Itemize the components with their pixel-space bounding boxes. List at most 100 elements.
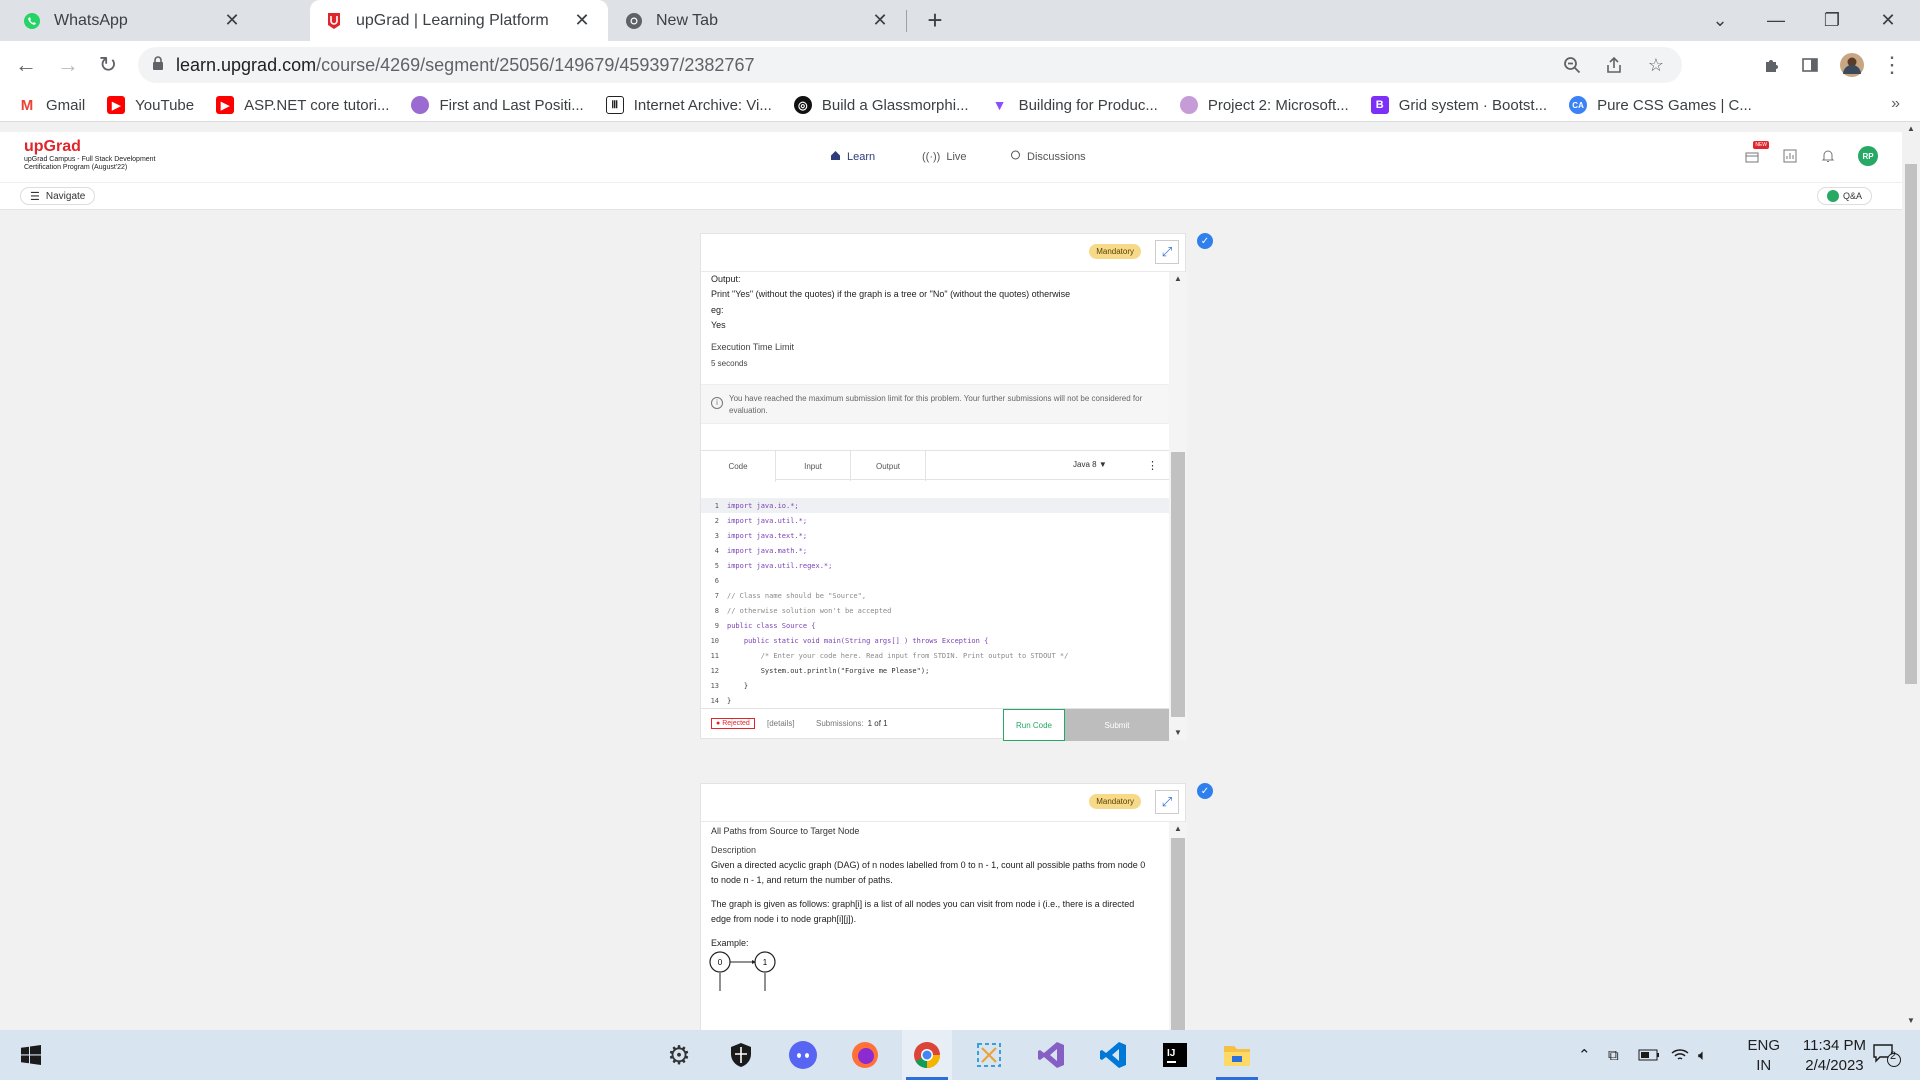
bookmark-label: Internet Archive: Vi... — [633, 96, 772, 114]
battery-icon[interactable] — [1638, 1030, 1660, 1080]
mandatory-badge: Mandatory — [1089, 794, 1141, 809]
language-select[interactable]: Java 8 ▼ — [1073, 460, 1107, 469]
address-bar[interactable]: learn.upgrad.com/course/4269/segment/250… — [138, 47, 1682, 83]
wifi-icon[interactable] — [1670, 1030, 1690, 1080]
tab-search-icon[interactable]: ⌄ — [1692, 0, 1748, 41]
settings-icon[interactable]: ⚙ — [654, 1030, 704, 1080]
scroll-thumb[interactable] — [1905, 164, 1917, 684]
scroll-down-icon[interactable]: ▼ — [1902, 1014, 1920, 1028]
bookmark-vite[interactable]: ▼ Building for Produc... — [990, 96, 1158, 114]
visual-studio-icon[interactable] — [1026, 1030, 1076, 1080]
whats-new-icon[interactable]: NEW — [1744, 141, 1769, 164]
bell-icon[interactable] — [1820, 148, 1836, 164]
url-host: learn.upgrad.com — [176, 54, 317, 75]
code-area[interactable]: 1 import java.io.*; 2 import java.util.*; 3 i… — [701, 498, 1169, 708]
tab-new-tab[interactable]: New Tab ✕ — [610, 0, 906, 41]
restore-icon[interactable]: ❐ — [1804, 0, 1860, 41]
close-window-icon[interactable]: ✕ — [1860, 0, 1916, 41]
bookmark-archive[interactable]: Ⅲ Internet Archive: Vi... — [605, 96, 772, 114]
back-icon[interactable]: ← — [10, 49, 42, 81]
profile-avatar[interactable] — [1836, 49, 1868, 81]
scroll-thumb[interactable] — [1171, 452, 1185, 717]
details-link[interactable]: [details] — [767, 719, 795, 728]
close-icon[interactable]: ✕ — [870, 10, 890, 31]
lock-icon — [152, 55, 164, 75]
intellij-icon[interactable]: IJ — [1150, 1030, 1200, 1080]
navigate-button[interactable]: ☰ Navigate — [20, 187, 96, 205]
windows-start-icon[interactable] — [6, 1030, 56, 1080]
scroll-down-icon[interactable]: ▼ — [1169, 726, 1187, 740]
bookmark-star-icon[interactable]: ☆ — [1642, 51, 1670, 79]
chrome-icon[interactable] — [902, 1030, 952, 1080]
scroll-up-icon[interactable]: ▲ — [1169, 272, 1187, 286]
scroll-thumb[interactable] — [1171, 838, 1185, 1030]
card-scrollbar[interactable]: ▲ ▼ — [1169, 272, 1187, 740]
bookmark-css-games[interactable]: CA Pure CSS Games | C... — [1569, 96, 1752, 114]
code-text: import java.text.*; — [727, 531, 808, 540]
tab-whatsapp[interactable]: WhatsApp ✕ — [8, 0, 258, 41]
volume-icon[interactable]: 🔈︎ — [1698, 1030, 1707, 1080]
bookmark-first-last[interactable]: First and Last Positi... — [411, 96, 584, 114]
expand-icon[interactable]: ⤢ — [1155, 240, 1179, 264]
submit-button[interactable]: Submit — [1065, 709, 1169, 741]
new-tab-button[interactable]: + — [920, 6, 950, 36]
close-icon[interactable]: ✕ — [222, 10, 242, 31]
submission-limit-notice: i You have reached the maximum submissio… — [701, 384, 1169, 424]
run-code-button[interactable]: Run Code — [1003, 709, 1065, 741]
line-number: 9 — [714, 621, 719, 630]
bookmark-glassmorphism[interactable]: ◎ Build a Glassmorphi... — [793, 96, 969, 114]
side-panel-icon[interactable] — [1794, 49, 1826, 81]
code-text: public static void main(String args[] ) … — [727, 636, 989, 645]
bookmark-label: Grid system · Bootst... — [1398, 96, 1548, 114]
share-icon[interactable] — [1600, 51, 1628, 79]
system-clock[interactable]: 11:34 PM 2/4/2023 — [1803, 1036, 1866, 1076]
reload-icon[interactable]: ↻ — [92, 49, 124, 81]
scroll-up-icon[interactable]: ▲ — [1902, 122, 1920, 136]
extensions-icon[interactable] — [1756, 49, 1788, 81]
youtube-icon: ▶ — [107, 96, 126, 114]
report-icon[interactable] — [1782, 148, 1798, 164]
tab-upgrad[interactable]: upGrad | Learning Platform ✕ — [310, 0, 608, 41]
bookmark-gmail[interactable]: M Gmail — [18, 96, 85, 114]
example-label: eg: — [711, 305, 724, 315]
bookmark-youtube[interactable]: ▶ YouTube — [107, 96, 194, 114]
nav-label: Live — [946, 151, 967, 163]
tab-code[interactable]: Code — [701, 451, 776, 482]
qa-button[interactable]: Q&A — [1816, 187, 1872, 205]
vscode-icon[interactable] — [1088, 1030, 1138, 1080]
upgrad-logo[interactable]: upGrad upGrad Campus - Full Stack Develo… — [24, 138, 194, 172]
nav-learn[interactable]: Learn — [830, 132, 875, 182]
expand-icon[interactable]: ⤢ — [1155, 790, 1179, 814]
more-bookmarks-icon[interactable]: » — [1891, 95, 1900, 113]
bookmark-microsoft[interactable]: Project 2: Microsoft... — [1179, 96, 1349, 114]
bookmark-aspnet[interactable]: ▶ ASP.NET core tutori... — [216, 96, 389, 114]
scroll-up-icon[interactable]: ▲ — [1169, 822, 1187, 836]
snip-icon[interactable] — [964, 1030, 1014, 1080]
minimize-icon[interactable]: — — [1748, 0, 1804, 41]
more-options-icon[interactable]: ⋮ — [1147, 459, 1158, 472]
code-line: 12 System.out.println("Forgive me Please… — [701, 663, 1169, 678]
nav-live[interactable]: ((·)) Live — [922, 132, 967, 182]
close-icon[interactable]: ✕ — [572, 10, 592, 31]
nav-discussions[interactable]: Discussions — [1010, 132, 1086, 182]
forward-icon[interactable]: → — [52, 49, 84, 81]
card-scrollbar[interactable]: ▲ — [1169, 822, 1187, 1030]
page-scrollbar[interactable]: ▲ ▼ — [1902, 122, 1920, 1030]
tab-input[interactable]: Input — [776, 451, 851, 481]
input-language[interactable]: ENG IN — [1747, 1036, 1780, 1076]
firefox-icon[interactable] — [840, 1030, 890, 1080]
discord-icon[interactable] — [778, 1030, 828, 1080]
bookmark-bootstrap[interactable]: B Grid system · Bootst... — [1370, 96, 1548, 114]
show-hidden-icons[interactable]: ⌃ — [1578, 1030, 1591, 1080]
chrome-icon — [624, 11, 644, 31]
zoom-icon[interactable] — [1558, 51, 1586, 79]
security-icon[interactable] — [716, 1030, 766, 1080]
qa-label: Q&A — [1842, 191, 1862, 201]
tab-output[interactable]: Output — [851, 451, 926, 481]
file-explorer-icon[interactable] — [1212, 1030, 1262, 1080]
meet-now-icon[interactable]: ⧉ — [1608, 1030, 1619, 1080]
notifications-icon[interactable]: 2 — [1872, 1030, 1902, 1080]
user-avatar[interactable]: RP — [1858, 146, 1878, 166]
menu-icon[interactable]: ⋮ — [1876, 49, 1908, 81]
info-icon: i — [711, 397, 723, 409]
